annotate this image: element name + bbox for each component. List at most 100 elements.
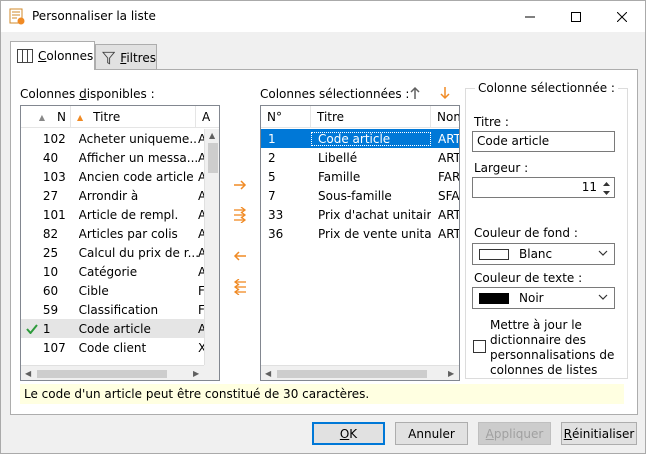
row-title: Prix d'achat unitaire xyxy=(318,207,431,222)
row-title: Calcul du prix de r... xyxy=(78,245,199,260)
selected-horizontal-scrollbar[interactable]: ◀ ▶ xyxy=(261,365,459,380)
row-number: 10 xyxy=(42,264,59,279)
available-columns-header: ▲ N ▲ Titre A xyxy=(21,106,219,128)
row-number: 5 xyxy=(268,169,276,184)
selected-row[interactable]: 36 Prix de vente unita ART_ xyxy=(261,224,459,243)
scroll-right-icon[interactable]: ▶ xyxy=(193,370,199,378)
ok-button[interactable]: OK xyxy=(312,422,385,445)
move-up-button[interactable] xyxy=(404,82,426,104)
selected-row[interactable]: 1 Code article ART_ xyxy=(261,129,459,148)
row-title: Articles par colis xyxy=(78,226,178,241)
text-color-swatch xyxy=(479,292,509,304)
selected-row[interactable]: 33 Prix d'achat unitaire ART_ xyxy=(261,205,459,224)
available-columns-label: Colonnes disponibles : xyxy=(20,87,155,101)
row-title: Famille xyxy=(318,169,361,184)
row-number: 1 xyxy=(42,321,51,336)
available-vertical-scrollbar[interactable]: ▲ xyxy=(204,129,219,365)
header-name[interactable]: Nom xyxy=(431,106,459,128)
row-title: Ancien code article xyxy=(78,169,194,184)
spin-up-icon[interactable] xyxy=(600,179,613,188)
reset-button[interactable]: Réinitialiser xyxy=(561,422,637,445)
available-row[interactable]: 103Ancien code articleA xyxy=(21,167,204,186)
available-row[interactable]: 82Articles par colisA xyxy=(21,224,204,243)
tab-columns-label: Colonnes xyxy=(38,49,94,63)
update-dictionary-checkbox[interactable] xyxy=(473,340,486,353)
row-number: 101 xyxy=(42,207,66,222)
arrow-right-all-icon xyxy=(234,207,247,223)
available-row[interactable]: 10CatégorieA xyxy=(21,262,204,281)
row-number: 60 xyxy=(42,283,59,298)
background-color-value: Blanc xyxy=(519,247,553,261)
row-name: SFA_ xyxy=(438,188,459,203)
spin-down-icon[interactable] xyxy=(600,188,613,197)
available-row[interactable]: 1Code articleA xyxy=(21,319,204,338)
remove-all-columns-button[interactable] xyxy=(229,276,251,298)
add-column-button[interactable] xyxy=(229,174,251,196)
header-number[interactable]: ▲ N xyxy=(21,106,71,128)
available-row[interactable]: 101Article de rempl.A xyxy=(21,205,204,224)
row-number: 103 xyxy=(42,169,66,184)
selected-row[interactable]: 7 Sous-famille SFA_ xyxy=(261,186,459,205)
width-input[interactable]: 11 xyxy=(472,177,615,198)
row-title: Catégorie xyxy=(78,264,138,279)
scroll-left-icon[interactable]: ◀ xyxy=(25,370,31,378)
row-number: 7 xyxy=(268,188,276,203)
chevron-down-icon xyxy=(598,294,608,300)
hscroll-thumb[interactable] xyxy=(277,370,427,378)
close-icon xyxy=(617,11,627,22)
width-spinner[interactable] xyxy=(600,179,613,198)
remove-column-button[interactable] xyxy=(229,245,251,267)
available-row[interactable]: 60CibleF xyxy=(21,281,204,300)
row-title: Sous-famille xyxy=(318,188,392,203)
header-title[interactable]: Titre xyxy=(311,106,431,128)
tab-columns[interactable]: Colonnes xyxy=(10,41,95,70)
window-title: Personnaliser la liste xyxy=(32,9,156,23)
scroll-left-icon[interactable]: ◀ xyxy=(265,370,271,378)
customize-list-dialog: Personnaliser la liste Colonnes Filtres … xyxy=(0,0,646,454)
title-input[interactable]: Code article xyxy=(472,131,615,152)
available-row[interactable]: 27Arrondir àA xyxy=(21,186,204,205)
arrow-up-icon xyxy=(410,86,420,99)
available-row[interactable]: 59ClassificationF xyxy=(21,300,204,319)
selected-columns-list[interactable]: N° Titre Nom 1 Code article ART_ 2 Libellé AR… xyxy=(260,105,460,381)
maximize-button[interactable] xyxy=(553,1,599,32)
add-all-columns-button[interactable] xyxy=(229,204,251,226)
header-extra[interactable]: A xyxy=(196,106,219,128)
filter-icon xyxy=(102,51,116,64)
row-name: FAR_ xyxy=(438,169,459,184)
tab-filters[interactable]: Filtres xyxy=(95,44,157,70)
available-horizontal-scrollbar[interactable]: ◀ ▶ xyxy=(21,365,204,380)
row-title: Libellé xyxy=(318,150,358,165)
sort-asc-icon: ▲ xyxy=(77,112,84,122)
available-row[interactable]: 40Afficher un messa...A xyxy=(21,148,204,167)
row-number: 33 xyxy=(268,207,284,222)
row-name: ART_ xyxy=(438,226,459,241)
text-color-label: Couleur de texte : xyxy=(474,271,583,285)
row-title: Acheter uniqueme... xyxy=(78,131,199,146)
available-row[interactable]: 25Calcul du prix de r...A xyxy=(21,243,204,262)
available-columns-list[interactable]: ▲ N ▲ Titre A 102 Acheter uniqueme... A 40 A… xyxy=(20,105,220,381)
hscroll-thumb[interactable] xyxy=(37,370,167,378)
row-number: 102 xyxy=(42,131,66,146)
selected-row[interactable]: 5 Famille FAR_ xyxy=(261,167,459,186)
checkmark-icon xyxy=(21,323,43,334)
cancel-button[interactable]: Annuler xyxy=(395,422,468,445)
selected-rows: 1 Code article ART_ 2 Libellé ART_ 5 Famille FAR… xyxy=(261,129,459,243)
header-number[interactable]: N° xyxy=(261,106,311,128)
scroll-right-icon[interactable]: ▶ xyxy=(448,370,454,378)
apply-button[interactable]: Appliquer xyxy=(478,422,551,445)
minimize-button[interactable] xyxy=(507,1,553,32)
selected-row[interactable]: 2 Libellé ART_ xyxy=(261,148,459,167)
close-button[interactable] xyxy=(599,1,645,32)
available-row[interactable]: 107Code clientX xyxy=(21,338,204,357)
background-color-select[interactable]: Blanc xyxy=(472,243,615,265)
available-row[interactable]: 102Acheter uniqueme...A xyxy=(21,129,204,148)
text-color-select[interactable]: Noir xyxy=(472,287,615,309)
header-title[interactable]: ▲ Titre xyxy=(71,106,196,128)
scroll-thumb[interactable] xyxy=(208,143,218,173)
move-down-button[interactable] xyxy=(434,82,456,104)
row-title: Classification xyxy=(78,302,159,317)
row-number: 2 xyxy=(268,150,276,165)
scroll-up-icon[interactable]: ▲ xyxy=(209,132,215,140)
title-label: Titre : xyxy=(474,115,509,129)
